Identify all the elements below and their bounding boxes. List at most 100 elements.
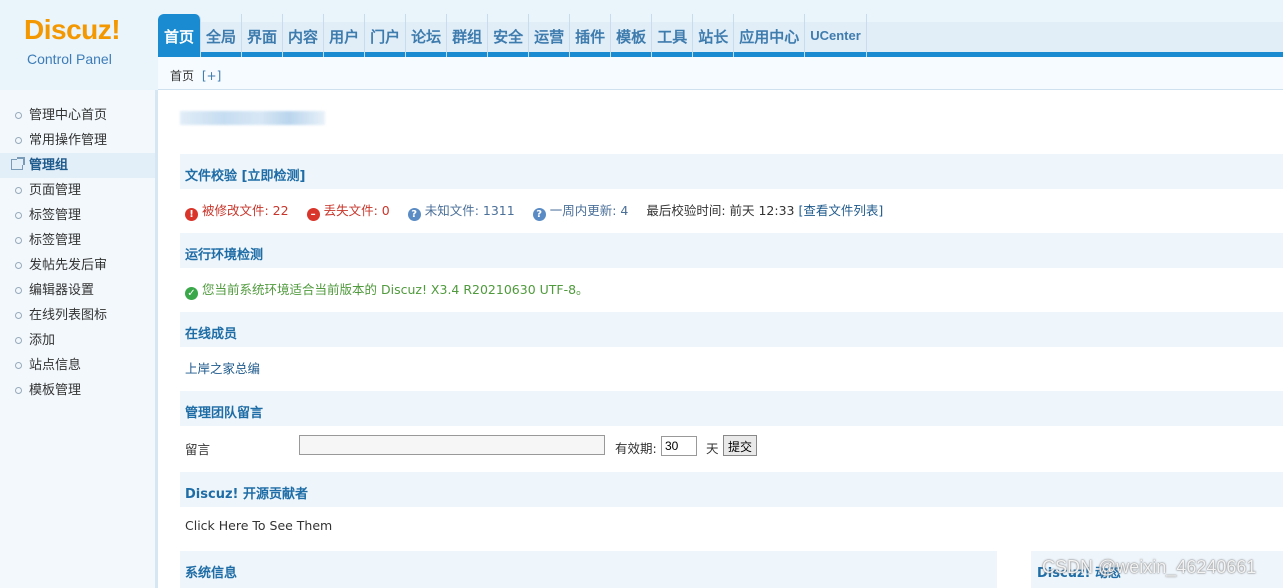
logo[interactable]: Discuz! Control Panel	[0, 0, 158, 90]
bullet-icon	[15, 287, 22, 294]
last-check-time: 最后校验时间: 前天 12:33	[646, 203, 795, 218]
online-members-title: 在线成员	[185, 327, 238, 342]
file-check-title: 文件校验	[185, 169, 238, 184]
minus-icon: –	[306, 208, 320, 221]
watermark: CSDN @weixin_46240661	[1042, 557, 1257, 577]
header: Discuz! Control Panel 首页 全局 界面 内容 用户 门户 论坛 群组 安全…	[0, 0, 1283, 90]
nav-tab-5[interactable]: 门户	[365, 14, 407, 57]
online-member[interactable]: 上岸之家总编	[185, 361, 260, 376]
breadcrumb: 首页 [+]	[158, 57, 1283, 90]
sidebar-item-label: 常用操作管理	[29, 133, 108, 148]
sidebar-item[interactable]: 编辑器设置	[0, 278, 155, 303]
weekly-updates-stat[interactable]: ? 一周内更新: 4	[532, 200, 629, 221]
question-icon: ?	[407, 208, 421, 221]
team-message-title: 管理团队留言	[185, 406, 264, 421]
sidebar-item[interactable]: 在线列表图标	[0, 303, 155, 328]
modified-files-stat[interactable]: ! 被修改文件: 22	[185, 200, 289, 221]
sidebar-item-label: 发帖先发后审	[29, 258, 108, 273]
system-info-title: 系统信息	[185, 566, 238, 581]
sidebar-item[interactable]: 发帖先发后审	[0, 253, 155, 278]
logo-brand: Discuz!	[24, 14, 121, 45]
expiry-unit: 天	[706, 441, 719, 456]
submit-message-button[interactable]: 提交	[723, 435, 758, 456]
team-message-header: 管理团队留言	[180, 391, 1283, 426]
nav-tab-15[interactable]: UCenter	[805, 14, 867, 57]
blurred-banner	[180, 111, 325, 125]
sidebar-menu: 管理中心首页 常用操作管理 管理组 页面管理 标签管理 标签管理 发帖先发后审 编辑器设置 在线…	[0, 90, 155, 403]
bullet-icon	[15, 137, 22, 144]
top-navigation: 首页 全局 界面 内容 用户 门户 论坛 群组 安全 运营 插件 模板 工具 站长 应用中心 UCenter	[158, 0, 1283, 58]
system-info-header: 系统信息	[180, 551, 997, 588]
external-link-icon	[11, 157, 25, 170]
sidebar-item[interactable]: 管理中心首页	[0, 103, 155, 128]
sidebar-item[interactable]: 管理组	[0, 153, 155, 178]
nav-tab-7[interactable]: 群组	[447, 14, 489, 57]
breadcrumb-home[interactable]: 首页	[170, 69, 194, 83]
sidebar-item-label: 标签管理	[29, 233, 82, 248]
nav-tab-0[interactable]: 首页	[158, 14, 202, 57]
sidebar-item-label: 模板管理	[29, 383, 82, 398]
online-members-header: 在线成员	[180, 312, 1283, 347]
sidebar-item-label: 编辑器设置	[29, 283, 95, 298]
breadcrumb-add-link[interactable]: [+]	[202, 69, 221, 83]
team-message-input[interactable]	[299, 435, 605, 455]
nav-tab-10[interactable]: 插件	[570, 14, 612, 57]
sidebar-item[interactable]: 模板管理	[0, 378, 155, 403]
bullet-icon	[15, 312, 22, 319]
bullet-icon	[15, 337, 22, 344]
env-check-result: ✓ 您当前系统环境适合当前版本的 Discuz! X3.4 R20210630 U…	[185, 279, 589, 300]
nav-tab-8[interactable]: 安全	[488, 14, 530, 57]
env-check-title: 运行环境检测	[185, 248, 264, 263]
file-check-header: 文件校验 [立即检测]	[180, 154, 1283, 189]
sidebar-item-label: 在线列表图标	[29, 308, 108, 323]
sidebar-item-label: 管理中心首页	[29, 108, 108, 123]
nav-tab-11[interactable]: 模板	[611, 14, 653, 57]
nav-tab-12[interactable]: 工具	[652, 14, 694, 57]
sidebar-item-label: 添加	[29, 333, 56, 348]
bullet-icon	[15, 212, 22, 219]
nav-tab-2[interactable]: 界面	[242, 14, 284, 57]
view-file-list-link[interactable]: [查看文件列表]	[798, 203, 883, 218]
sidebar-item[interactable]: 常用操作管理	[0, 128, 155, 153]
env-check-header: 运行环境检测	[180, 233, 1283, 268]
nav-tab-6[interactable]: 论坛	[406, 14, 448, 57]
unknown-files-stat[interactable]: ? 未知文件: 1311	[407, 200, 515, 221]
sidebar-item[interactable]: 站点信息	[0, 353, 155, 378]
missing-files-text: 丢失文件: 0	[323, 203, 390, 218]
bullet-icon	[15, 262, 22, 269]
sidebar-item[interactable]: 标签管理	[0, 203, 155, 228]
contributors-link[interactable]: Click Here To See Them	[185, 518, 332, 533]
sidebar-item-label: 站点信息	[29, 358, 82, 373]
nav-tab-14[interactable]: 应用中心	[734, 14, 806, 57]
main-content: 文件校验 [立即检测] ! 被修改文件: 22 – 丢失文件: 0 ? 未知文件: 1…	[180, 90, 1283, 588]
sidebar-item-label: 标签管理	[29, 208, 82, 223]
bullet-icon	[15, 112, 22, 119]
sidebar-item-label: 页面管理	[29, 183, 82, 198]
contributors-title: Discuz! 开源贡献者	[185, 487, 308, 502]
bullet-icon	[15, 387, 22, 394]
file-check-stats: ! 被修改文件: 22 – 丢失文件: 0 ? 未知文件: 1311 ? 一周内更新: …	[185, 200, 883, 221]
nav-tab-3[interactable]: 内容	[283, 14, 325, 57]
check-icon: ✓	[185, 287, 198, 300]
nav-tab-9[interactable]: 运营	[529, 14, 571, 57]
question-icon: ?	[532, 208, 546, 221]
sidebar-item-label: 管理组	[29, 158, 69, 173]
sidebar: 管理中心首页 常用操作管理 管理组 页面管理 标签管理 标签管理 发帖先发后审 编辑器设置 在线…	[0, 90, 158, 588]
team-message-label: 留言	[185, 442, 211, 457]
modified-files-text: 被修改文件: 22	[202, 203, 289, 218]
nav-tabs: 首页 全局 界面 内容 用户 门户 论坛 群组 安全 运营 插件 模板 工具 站长 应用中心 UCenter	[158, 14, 867, 57]
bullet-icon	[15, 187, 22, 194]
weekly-updates-text: 一周内更新: 4	[549, 203, 629, 218]
check-now-link[interactable]: [立即检测]	[242, 169, 306, 184]
sidebar-item[interactable]: 添加	[0, 328, 155, 353]
expiry-days-input[interactable]	[661, 436, 697, 456]
nav-tab-13[interactable]: 站长	[693, 14, 735, 57]
contributors-header: Discuz! 开源贡献者	[180, 472, 1283, 507]
sidebar-item[interactable]: 标签管理	[0, 228, 155, 253]
nav-tab-4[interactable]: 用户	[324, 14, 366, 57]
nav-tab-1[interactable]: 全局	[201, 14, 243, 57]
expiry-label: 有效期:	[615, 441, 657, 456]
missing-files-stat[interactable]: – 丢失文件: 0	[306, 200, 390, 221]
warning-icon: !	[185, 208, 198, 221]
sidebar-item[interactable]: 页面管理	[0, 178, 155, 203]
